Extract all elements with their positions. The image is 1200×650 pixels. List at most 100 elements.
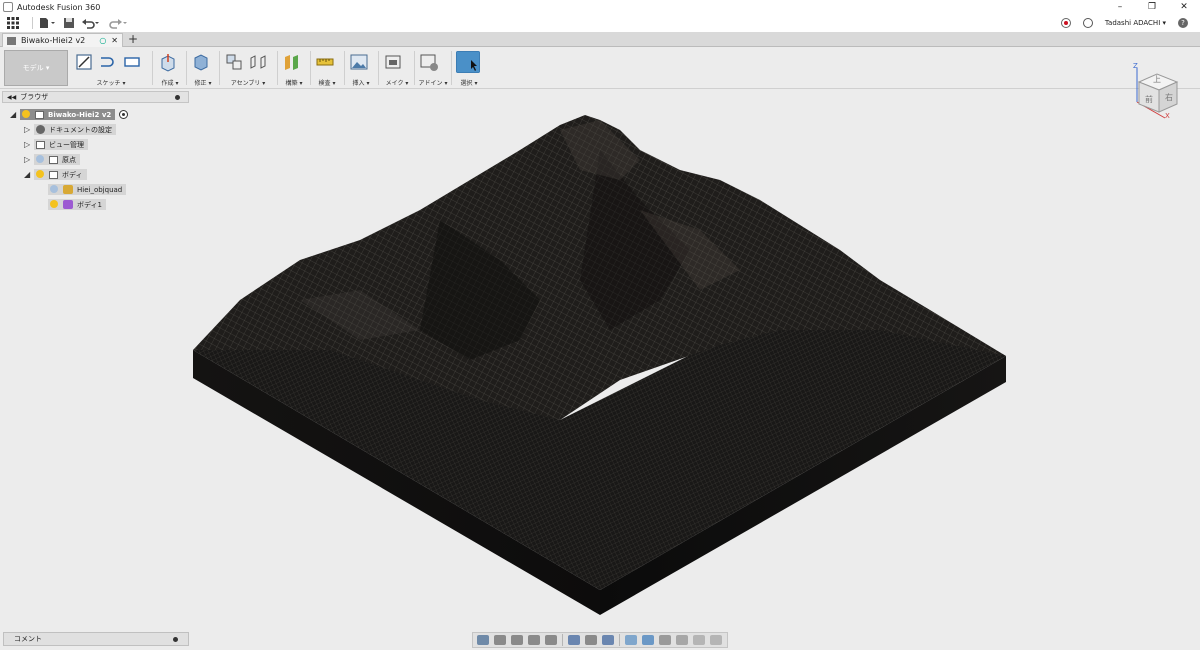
insert-image-icon[interactable] — [349, 52, 369, 72]
minimize-button[interactable]: – — [1104, 0, 1136, 14]
workspace-switcher[interactable]: モデル ▾ — [4, 50, 68, 86]
viewports-icon[interactable] — [602, 635, 614, 645]
pan-hand-icon[interactable] — [511, 635, 523, 645]
main-toolbar: モデル ▾ スケッチ ▾ 作成 ▾ 修正 ▾ アセンブリ ▾ 構築 ▾ 検査 ▾ — [0, 47, 1200, 89]
scripts-addins-icon[interactable] — [419, 52, 439, 72]
mesh-body-node[interactable]: Hiei_objquad — [48, 184, 127, 195]
offset-plane-icon[interactable] — [282, 52, 302, 72]
navigation-bar — [472, 632, 728, 648]
expand-triangle-icon[interactable]: ▷ — [24, 140, 34, 149]
3d-print-icon[interactable] — [383, 52, 403, 72]
browser-title: ブラウザ — [20, 93, 49, 101]
origin-node[interactable]: 原点 — [34, 154, 80, 165]
comments-pin-icon[interactable] — [173, 636, 178, 642]
construct-group[interactable]: 構築 ▾ — [280, 50, 308, 88]
job-status-clock-icon[interactable] — [1082, 18, 1093, 28]
viewcube-front-face[interactable]: 前 — [1145, 94, 1153, 105]
expand-triangle-icon[interactable]: ◢ — [24, 170, 34, 179]
expand-triangle-icon[interactable]: ▷ — [24, 155, 34, 164]
tree-item-body1[interactable]: ボディ1 — [10, 197, 190, 212]
sync-status-icon: ○ — [99, 36, 107, 45]
root-node[interactable]: Biwako-Hiei2 v2 — [20, 109, 116, 120]
press-pull-icon[interactable] — [191, 52, 211, 72]
tree-item-bodies[interactable]: ◢ ボディ — [10, 167, 190, 182]
select-group[interactable]: 選択 ▾ — [454, 50, 484, 88]
view-cube-4-icon[interactable] — [676, 635, 688, 645]
visibility-bulb-icon[interactable] — [50, 184, 58, 195]
display-settings-icon[interactable] — [568, 635, 580, 645]
tree-item-mesh-body[interactable]: Hiei_objquad — [10, 182, 190, 197]
close-button[interactable]: ✕ — [1168, 0, 1200, 14]
comments-panel[interactable]: コメント — [3, 632, 189, 646]
close-tab-icon[interactable]: ✕ — [111, 36, 118, 45]
restore-button[interactable]: ❐ — [1136, 0, 1168, 14]
tree-item-origin[interactable]: ▷ 原点 — [10, 152, 190, 167]
visibility-bulb-icon[interactable] — [50, 199, 58, 210]
joint-icon[interactable] — [248, 52, 268, 72]
insert-group[interactable]: 挿入 ▾ — [347, 50, 375, 88]
create-group[interactable]: 作成 ▾ — [156, 50, 184, 88]
addins-group[interactable]: アドイン ▾ — [417, 50, 449, 88]
new-tab-button[interactable]: + — [128, 33, 138, 46]
sketch-label: スケッチ ▾ — [96, 80, 126, 87]
expand-triangle-icon[interactable]: ▷ — [24, 125, 34, 134]
app-menu-grid-icon[interactable] — [6, 15, 20, 31]
addins-label: アドイン ▾ — [418, 80, 448, 87]
viewcube-top-face[interactable]: 上 — [1153, 74, 1161, 85]
tree-item-named-views[interactable]: ▷ ビュー管理 — [10, 137, 190, 152]
comments-label: コメント — [14, 635, 42, 643]
view-cube-3-icon[interactable] — [659, 635, 671, 645]
separator — [219, 51, 220, 85]
named-views-node[interactable]: ビュー管理 — [34, 139, 88, 150]
browser-pin-icon[interactable] — [175, 94, 180, 100]
separator — [619, 634, 620, 646]
separator — [562, 634, 563, 646]
visibility-bulb-icon[interactable] — [36, 169, 44, 180]
measure-icon[interactable] — [315, 52, 335, 72]
tree-item-document-settings[interactable]: ▷ ドキュメントの設定 — [10, 122, 190, 137]
line-arc-icon[interactable] — [98, 52, 118, 72]
new-component-icon[interactable] — [224, 52, 244, 72]
look-at-icon[interactable] — [494, 635, 506, 645]
terrain-base-left-side — [193, 350, 600, 615]
extrude-icon[interactable] — [158, 52, 178, 72]
view-cube-6-icon[interactable] — [710, 635, 722, 645]
viewcube-right-face[interactable]: 右 — [1165, 92, 1173, 103]
user-menu[interactable]: Tadashi ADACHI ▾ — [1105, 19, 1166, 27]
view-cube-2-icon[interactable] — [642, 635, 654, 645]
grid-snaps-icon[interactable] — [585, 635, 597, 645]
select-icon[interactable] — [456, 51, 480, 73]
tree-root[interactable]: ◢ Biwako-Hiei2 v2 — [10, 107, 190, 122]
help-icon[interactable]: ? — [1178, 18, 1188, 28]
fit-zoom-icon[interactable] — [545, 635, 557, 645]
bodies-node[interactable]: ボディ — [34, 169, 87, 180]
create-sketch-icon[interactable] — [74, 52, 94, 72]
folder-icon — [49, 170, 58, 179]
rectangle-icon[interactable] — [122, 52, 142, 72]
document-tab-bar: Biwako-Hiei2 v2 ○ ✕ + — [0, 32, 1200, 47]
view-cube-5-icon[interactable] — [693, 635, 705, 645]
file-menu-icon[interactable] — [39, 15, 57, 31]
viewcube[interactable]: 上 前 右 Z X — [1125, 62, 1189, 122]
redo-icon[interactable] — [107, 15, 127, 31]
save-icon[interactable] — [63, 15, 75, 31]
document-settings-node[interactable]: ドキュメントの設定 — [34, 124, 116, 135]
modify-group[interactable]: 修正 ▾ — [189, 50, 217, 88]
inspect-group[interactable]: 検査 ▾ — [313, 50, 341, 88]
visibility-bulb-icon[interactable] — [36, 154, 44, 165]
record-icon[interactable] — [1060, 18, 1071, 28]
document-tab[interactable]: Biwako-Hiei2 v2 ○ ✕ — [2, 33, 123, 47]
assemble-group[interactable]: アセンブリ ▾ — [222, 50, 274, 88]
make-group[interactable]: メイク ▾ — [381, 50, 413, 88]
body1-node[interactable]: ボディ1 — [48, 199, 106, 210]
orbit-icon[interactable] — [477, 635, 489, 645]
browser-header[interactable]: ◀◀ ブラウザ — [2, 91, 189, 103]
visibility-bulb-icon[interactable] — [22, 109, 30, 120]
zoom-icon[interactable] — [528, 635, 540, 645]
expand-triangle-icon[interactable]: ◢ — [10, 110, 20, 119]
collapse-browser-icon[interactable]: ◀◀ — [7, 94, 16, 101]
undo-icon[interactable] — [81, 15, 101, 31]
view-cube-1-icon[interactable] — [625, 635, 637, 645]
activate-radio-icon[interactable] — [119, 110, 129, 119]
sketch-group[interactable]: スケッチ ▾ — [72, 50, 150, 88]
